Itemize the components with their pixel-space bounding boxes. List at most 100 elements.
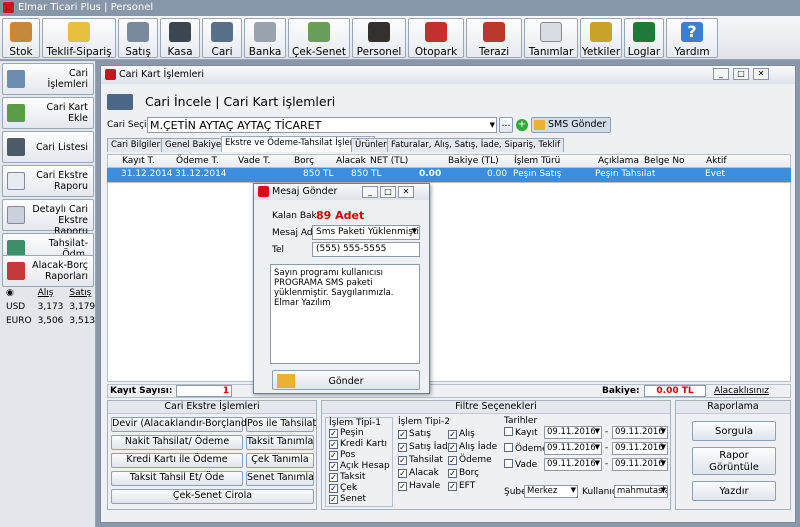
sidebar-cari-kart-ekle[interactable]: Cari Kart Ekle	[2, 97, 94, 129]
col-net[interactable]: NET (TL)	[370, 156, 408, 166]
alacakli-link[interactable]: Alacaklısınız	[714, 386, 769, 396]
taksit-tahsil-button[interactable]: Taksit Tahsil Et/ Öde	[111, 471, 243, 486]
sidebar-cari-islemleri[interactable]: Cari İşlemleri	[2, 63, 94, 95]
col-aktif[interactable]: Aktif	[706, 156, 727, 166]
kredi-karti-button[interactable]: Kredi Kartı ile Ödeme	[111, 453, 243, 468]
toolbar-label: Personel	[356, 46, 402, 58]
date-to-odeme[interactable]: 09.11.2016 ▼	[612, 442, 668, 455]
toolbar-ceksenet[interactable]: Çek-Senet	[288, 18, 350, 58]
close-button[interactable]: ✕	[753, 68, 769, 80]
col-belge[interactable]: Belge No	[644, 156, 685, 166]
message-textarea[interactable]: Sayın programı kullanıcısı PROGRAMA SMS …	[270, 264, 420, 364]
toolbar-teklif[interactable]: Teklif-Sipariş	[42, 18, 116, 58]
add-icon[interactable]: +	[516, 119, 528, 131]
rapor-goruntule-button[interactable]: Rapor Görüntüle	[692, 447, 776, 475]
tab-urunler[interactable]: Ürünler	[351, 138, 391, 152]
col-vade[interactable]: Vade T.	[238, 156, 270, 166]
date-value: 09.11.2016	[615, 443, 664, 453]
checkbox-borc[interactable]: ✓ Borç	[448, 468, 479, 478]
date-from-vade[interactable]: 09.11.2016 ▼	[544, 458, 602, 471]
toolbar-yetkiler[interactable]: Yetkiler	[580, 18, 622, 58]
table-row[interactable]: 31.12.2014 31.12.2014 850 TL 850 TL 0.00…	[107, 168, 791, 182]
col-odeme[interactable]: Ödeme T.	[176, 156, 219, 166]
kullanici-select[interactable]: mahmutasla ▼	[614, 485, 668, 498]
pos-tahsilat-button[interactable]: Pos ile Tahsilat	[246, 417, 316, 432]
cek-tanimla-button[interactable]: Çek Tanımla	[246, 453, 314, 468]
date-from-odeme[interactable]: 09.11.2016 ▼	[544, 442, 602, 455]
checkbox-kayit-date[interactable]: Kayıt	[504, 427, 538, 438]
mesaj-adi-select[interactable]: Sms Paketi Yüklenmiştir ▼	[312, 225, 420, 240]
sorgula-button[interactable]: Sorgula	[692, 421, 776, 441]
checkbox-pesin[interactable]: ✓ Peşin	[329, 428, 364, 438]
checkbox-alis-iade[interactable]: ✓ Alış İade	[448, 442, 497, 452]
nakit-tahsilat-button[interactable]: Nakit Tahsilat/ Ödeme	[111, 435, 243, 450]
checkbox-satis[interactable]: ✓ Satış	[398, 429, 431, 439]
checkbox-vade-date[interactable]: Vade	[504, 459, 537, 470]
sms-send-button[interactable]: SMS Gönder	[531, 117, 611, 133]
checkbox-acik-hesap[interactable]: ✓ Açık Hesap	[329, 461, 390, 471]
checkbox-senet[interactable]: ✓ Senet	[329, 494, 366, 504]
cb-label: Tahsilat	[409, 455, 443, 465]
col-borc[interactable]: Borç	[294, 156, 314, 166]
yazdir-button[interactable]: Yazdır	[692, 481, 776, 501]
dialog-minimize-button[interactable]: _	[362, 186, 378, 198]
col-bakiye[interactable]: Bakiye (TL)	[448, 156, 499, 166]
cari-select[interactable]: M.ÇETİN AYTAÇ AYTAÇ TİCARET ▼	[147, 117, 497, 133]
chevron-down-icon: ▼	[570, 486, 576, 494]
toolbar-cari[interactable]: Cari	[202, 18, 242, 58]
col-kayit[interactable]: Kayıt T.	[122, 156, 155, 166]
sidebar-detayli-ekstre[interactable]: Detaylı Cari Ekstre Raporu	[2, 199, 94, 237]
toolbar-kasa[interactable]: Kasa	[160, 18, 200, 58]
toolbar-stok[interactable]: Stok	[2, 18, 40, 58]
senet-tanimla-button[interactable]: Senet Tanımla	[246, 471, 314, 486]
sidebar-alacak-borc[interactable]: Alacak-Borç Raporları	[2, 255, 94, 287]
dialog-close-button[interactable]: ✕	[398, 186, 414, 198]
sidebar-cari-listesi[interactable]: Cari Listesi	[2, 131, 94, 163]
checkbox-taksit[interactable]: ✓ Taksit	[329, 472, 365, 482]
devir-button[interactable]: Devir (Alacaklandır-Borçlandır)	[111, 417, 257, 432]
dialog-maximize-button[interactable]: □	[380, 186, 396, 198]
date-from-kayit[interactable]: 09.11.2016 ▼	[544, 426, 602, 439]
maximize-button[interactable]: □	[733, 68, 749, 80]
col-aciklama[interactable]: Açıklama	[598, 156, 639, 166]
tab-faturalar[interactable]: Faturalar, Alış, Satış, İade, Sipariş, T…	[387, 138, 565, 152]
checkbox-kredi-karti[interactable]: ✓ Kredi Kartı	[329, 439, 387, 449]
checkbox-odeme-date[interactable]: Ödeme	[504, 443, 548, 454]
date-to-vade[interactable]: 09.11.2016 ▼	[612, 458, 668, 471]
toolbar-personel[interactable]: Personel	[352, 18, 406, 58]
checkbox-alis[interactable]: ✓ Alış	[448, 429, 475, 439]
date-to-kayit[interactable]: 09.11.2016 ▼	[612, 426, 668, 439]
toolbar-otopark[interactable]: Otopark	[408, 18, 464, 58]
gonder-button[interactable]: Gönder	[272, 370, 420, 390]
taksit-tanimla-button[interactable]: Taksit Tanımla	[246, 435, 314, 450]
minimize-button[interactable]: _	[713, 68, 729, 80]
toolbar-loglar[interactable]: Loglar	[624, 18, 664, 58]
checkbox-pos[interactable]: ✓ Pos	[329, 450, 355, 460]
tab-bar: Cari Bilgileri Genel Bakiyeler Ekstre ve…	[107, 136, 791, 154]
ekstre-group: Cari Ekstre İşlemleri Devir (Alacaklandı…	[107, 400, 317, 510]
sidebar-cari-ekstre[interactable]: Cari Ekstre Raporu	[2, 165, 94, 197]
cek-senet-cirola-button[interactable]: Çek-Senet Cirola	[111, 489, 314, 504]
cell: 850 TL	[351, 169, 382, 179]
tel-input[interactable]: (555) 555-5555	[312, 242, 420, 257]
toolbar-banka[interactable]: Banka	[244, 18, 286, 58]
checkbox-satis-iade[interactable]: ✓ Satış İade	[398, 442, 453, 452]
checkbox-alacak[interactable]: ✓ Alacak	[398, 468, 439, 478]
checkbox-eft[interactable]: ✓ EFT	[448, 481, 475, 491]
fx-cell: 3,513	[69, 316, 96, 326]
col-islem-turu[interactable]: İşlem Türü	[514, 156, 560, 166]
cheque-icon	[308, 22, 330, 42]
toolbar-tanimlar[interactable]: Tanımlar	[524, 18, 578, 58]
toolbar-satis[interactable]: Satış	[118, 18, 158, 58]
checkbox-odeme[interactable]: ✓ Ödeme	[448, 455, 492, 465]
browse-button[interactable]: ...	[499, 117, 513, 133]
cell: 31.12.2014	[175, 169, 227, 179]
checkbox-havale[interactable]: ✓ Havale	[398, 481, 440, 491]
toolbar-terazi[interactable]: Terazi	[466, 18, 522, 58]
checkbox-tahsilat[interactable]: ✓ Tahsilat	[398, 455, 443, 465]
checkbox-cek[interactable]: ✓ Çek	[329, 483, 357, 493]
toolbar-yardim[interactable]: ? Yardım	[666, 18, 718, 58]
sube-select[interactable]: Merkez ▼	[524, 485, 578, 498]
tab-cari-bilgileri[interactable]: Cari Bilgileri	[107, 138, 167, 152]
col-alacak[interactable]: Alacak	[336, 156, 366, 166]
